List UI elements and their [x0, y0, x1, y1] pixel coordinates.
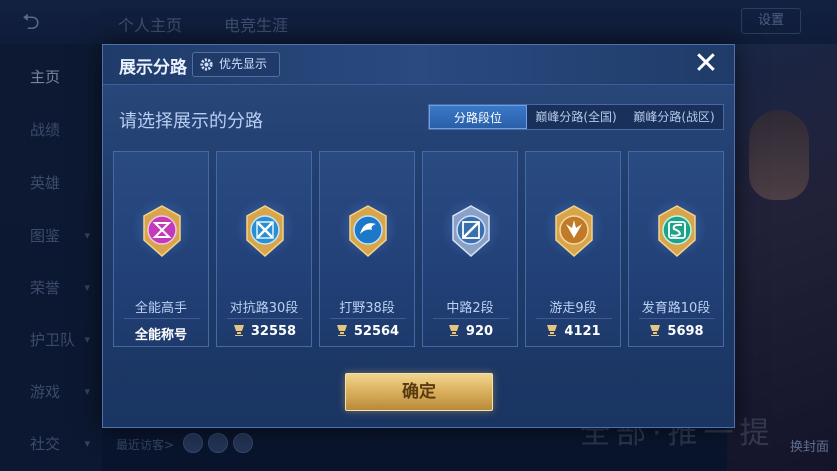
lane-value: 32558 [217, 324, 311, 339]
trophy-icon [448, 325, 459, 336]
tab-lane-rank[interactable]: 分路段位 [429, 105, 527, 129]
lane-value: 52564 [320, 324, 414, 339]
lane-role-label: 全能高手 [134, 301, 187, 316]
trophy-icon [650, 325, 661, 336]
lane-role-label: 中路2段 [446, 301, 494, 316]
lane-card-jungle[interactable]: 打野38段 52564 [319, 151, 415, 347]
divider [124, 318, 200, 319]
trophy-icon [336, 325, 347, 336]
lane-value-text: 32558 [250, 324, 297, 339]
tab-peak-lane-region[interactable]: 巅峰分路(战区) [625, 105, 723, 129]
divider [227, 318, 303, 319]
lane-card-farm[interactable]: 发育路10段 5698 [628, 151, 724, 347]
lane-card-clash[interactable]: 对抗路30段 32558 [216, 151, 312, 347]
lane-value-text: 52564 [353, 324, 400, 339]
mid-lane-badge-icon [452, 205, 490, 258]
lane-value-text: 5698 [667, 324, 704, 339]
roam-badge-icon [555, 205, 593, 258]
divider [433, 318, 509, 319]
clash-lane-badge-icon [246, 205, 284, 258]
divider [536, 318, 612, 319]
lane-role-label: 发育路10段 [641, 301, 711, 316]
lane-value-text: 920 [465, 324, 494, 339]
lane-card-mid[interactable]: 中路2段 920 [422, 151, 518, 347]
priority-display-button[interactable]: 优先显示 [192, 52, 280, 77]
lane-tabs: 分路段位 巅峰分路(全国) 巅峰分路(战区) [428, 104, 724, 130]
lane-role-label: 对抗路30段 [229, 301, 299, 316]
lane-card-allround[interactable]: 全能高手 全能称号 [113, 151, 209, 347]
tab-peak-lane-national[interactable]: 巅峰分路(全国) [527, 105, 625, 129]
farm-lane-badge-icon [658, 205, 696, 258]
lane-value: 4121 [526, 324, 620, 339]
jungle-badge-icon [349, 205, 387, 258]
lane-value-text: 全能称号 [134, 328, 187, 343]
trophy-icon [233, 325, 244, 336]
divider [639, 318, 715, 319]
lane-display-dialog: 展示分路 优先显示 ✕ 请选择展示的分路 分路段位 巅峰分路(全国) 巅峰分路(… [102, 44, 735, 428]
dialog-subtitle: 请选择展示的分路 [119, 111, 263, 132]
dialog-title: 展示分路 [119, 58, 187, 78]
all-round-badge-icon [143, 205, 181, 258]
trophy-icon [547, 325, 558, 336]
lane-cards: 全能高手 全能称号 对抗路30段 32558 打野38段 52564 中路2段 … [113, 151, 725, 347]
priority-display-label: 优先显示 [219, 57, 268, 71]
lane-role-label: 游走9段 [549, 301, 597, 316]
lane-card-roam[interactable]: 游走9段 4121 [525, 151, 621, 347]
divider [330, 318, 406, 319]
lane-role-label: 打野38段 [339, 301, 395, 316]
lane-value: 全能称号 [114, 324, 208, 343]
gear-icon [200, 58, 213, 71]
dialog-header: 展示分路 优先显示 ✕ [103, 45, 734, 85]
confirm-button[interactable]: 确定 [345, 373, 493, 411]
lane-value: 920 [423, 324, 517, 339]
lane-value-text: 4121 [564, 324, 601, 339]
lane-value: 5698 [629, 324, 723, 339]
close-icon[interactable]: ✕ [692, 49, 720, 79]
